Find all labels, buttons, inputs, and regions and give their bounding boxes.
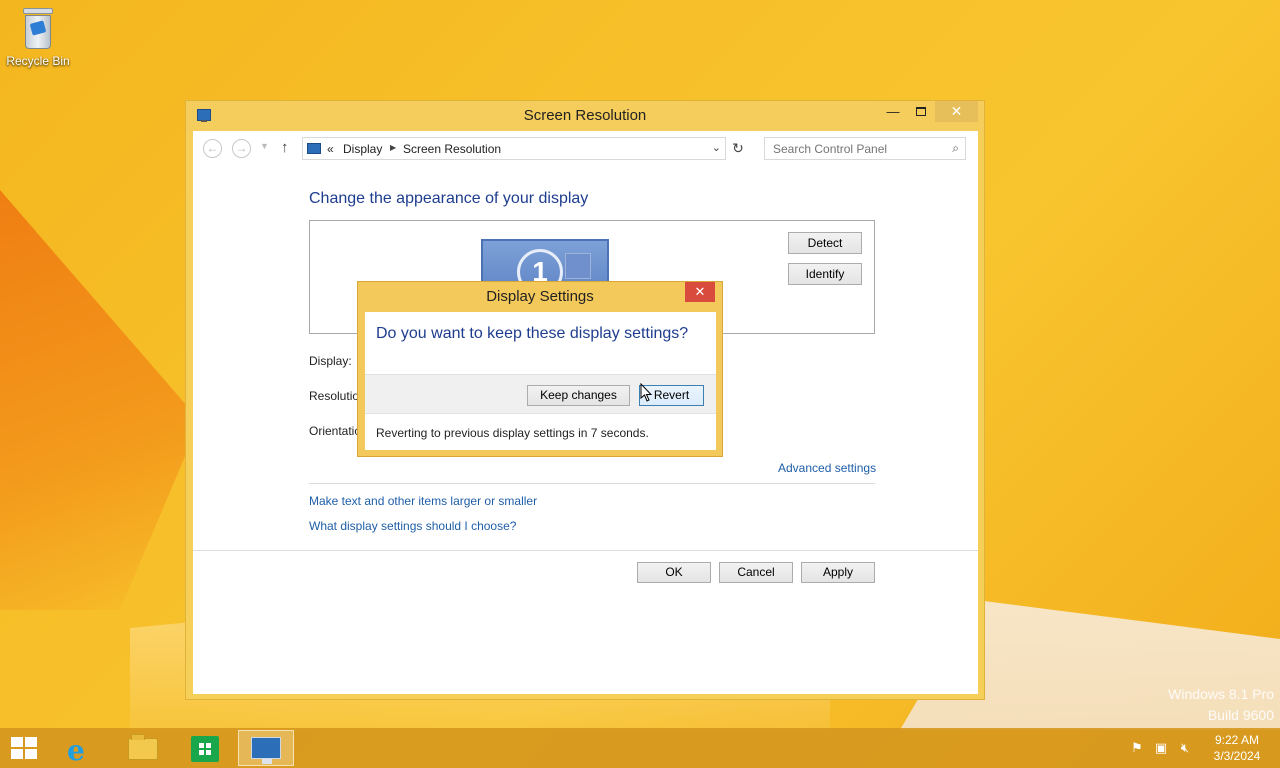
recycle-bin-label: Recycle Bin (6, 54, 70, 68)
start-button[interactable] (10, 736, 38, 760)
page-title: Change the appearance of your display (309, 190, 589, 207)
keep-changes-button[interactable]: Keep changes (527, 385, 630, 406)
divider (309, 483, 875, 484)
dialog-body: Do you want to keep these display settin… (365, 312, 716, 450)
window-titlebar[interactable]: Screen Resolution — ✕ (186, 101, 984, 131)
up-button[interactable]: ↑ (281, 139, 289, 156)
watermark-edition: Windows 8.1 Pro (1168, 686, 1274, 702)
volume-muted-icon[interactable]: 🔇︎ (1177, 740, 1193, 756)
mouse-cursor-icon (640, 383, 653, 402)
maximize-icon (916, 107, 926, 116)
maximize-button[interactable] (906, 101, 936, 122)
display-help-link[interactable]: What display settings should I choose? (309, 519, 516, 533)
address-bar[interactable]: « Display ▶ Screen Resolution ⌄ (302, 137, 726, 160)
apply-button[interactable]: Apply (801, 562, 875, 583)
navigation-bar: ← → ▼ ↑ « Display ▶ Screen Resolution ⌄ … (193, 137, 978, 161)
revert-countdown-text: Reverting to previous display settings i… (376, 426, 649, 440)
clock-date: 3/3/2024 (1213, 749, 1261, 763)
footer-divider (193, 550, 978, 551)
breadcrumb-overflow[interactable]: « (327, 142, 334, 156)
folder-icon (128, 734, 158, 760)
orientation-label: Orientatic (309, 424, 361, 438)
display-settings-dialog: Display Settings ✕ Do you want to keep t… (357, 281, 723, 457)
cancel-button[interactable]: Cancel (719, 562, 793, 583)
action-center-flag-icon[interactable]: ⚑ (1129, 740, 1145, 756)
dialog-title: Display Settings (486, 288, 594, 305)
display-label: Display: (309, 354, 352, 368)
breadcrumb-screen-resolution[interactable]: Screen Resolution (403, 142, 501, 156)
store-icon (191, 736, 219, 762)
minimize-button[interactable]: — (878, 101, 908, 122)
search-box[interactable]: ⌕ (764, 137, 966, 160)
search-icon[interactable]: ⌕ (952, 141, 959, 156)
taskbar-control-panel[interactable] (238, 730, 294, 766)
recent-locations-icon[interactable]: ▼ (260, 141, 269, 151)
taskbar-store[interactable] (177, 730, 233, 766)
taskbar-clock[interactable]: 9:22 AM 3/3/2024 (1206, 732, 1268, 764)
wallpaper-shape (0, 190, 200, 610)
close-button[interactable]: ✕ (935, 101, 978, 122)
taskbar-internet-explorer[interactable]: e (53, 730, 109, 767)
taskbar: e ⚑ ▣ 🔇︎ 9:22 AM 3/3/2024 (0, 728, 1280, 768)
chevron-down-icon[interactable]: ⌄ (712, 141, 721, 154)
watermark-build: Build 9600 (1207, 707, 1274, 723)
taskbar-file-explorer[interactable] (115, 730, 171, 766)
network-icon[interactable]: ▣ (1153, 740, 1169, 756)
back-button[interactable]: ← (203, 139, 222, 158)
search-input[interactable] (765, 138, 935, 159)
refresh-button[interactable]: ↻ (728, 140, 748, 158)
display-icon (307, 143, 321, 154)
control-panel-icon (251, 737, 281, 764)
advanced-settings-link[interactable]: Advanced settings (778, 461, 876, 475)
windows-watermark: Windows 8.1 Pro Build 9600 (1168, 684, 1274, 726)
clock-time: 9:22 AM (1214, 733, 1260, 747)
breadcrumb-separator-icon: ▶ (390, 143, 397, 152)
detect-button[interactable]: Detect (788, 232, 862, 254)
forward-button[interactable]: → (232, 139, 251, 158)
dialog-button-bar: Keep changes Revert (365, 374, 716, 414)
resolution-label: Resolutio (309, 389, 360, 403)
dialog-question: Do you want to keep these display settin… (376, 325, 689, 342)
monitor-grid-icon (565, 253, 591, 279)
breadcrumb-display[interactable]: Display (343, 142, 382, 156)
identify-button[interactable]: Identify (788, 263, 862, 285)
window-title: Screen Resolution (523, 107, 647, 124)
recycle-bin-shortcut[interactable]: Recycle Bin (4, 6, 72, 68)
internet-explorer-icon: e (67, 734, 85, 767)
ok-button[interactable]: OK (637, 562, 711, 583)
dialog-close-button[interactable]: ✕ (685, 282, 715, 302)
text-size-link[interactable]: Make text and other items larger or smal… (309, 494, 537, 508)
recycle-bin-icon (21, 6, 55, 50)
